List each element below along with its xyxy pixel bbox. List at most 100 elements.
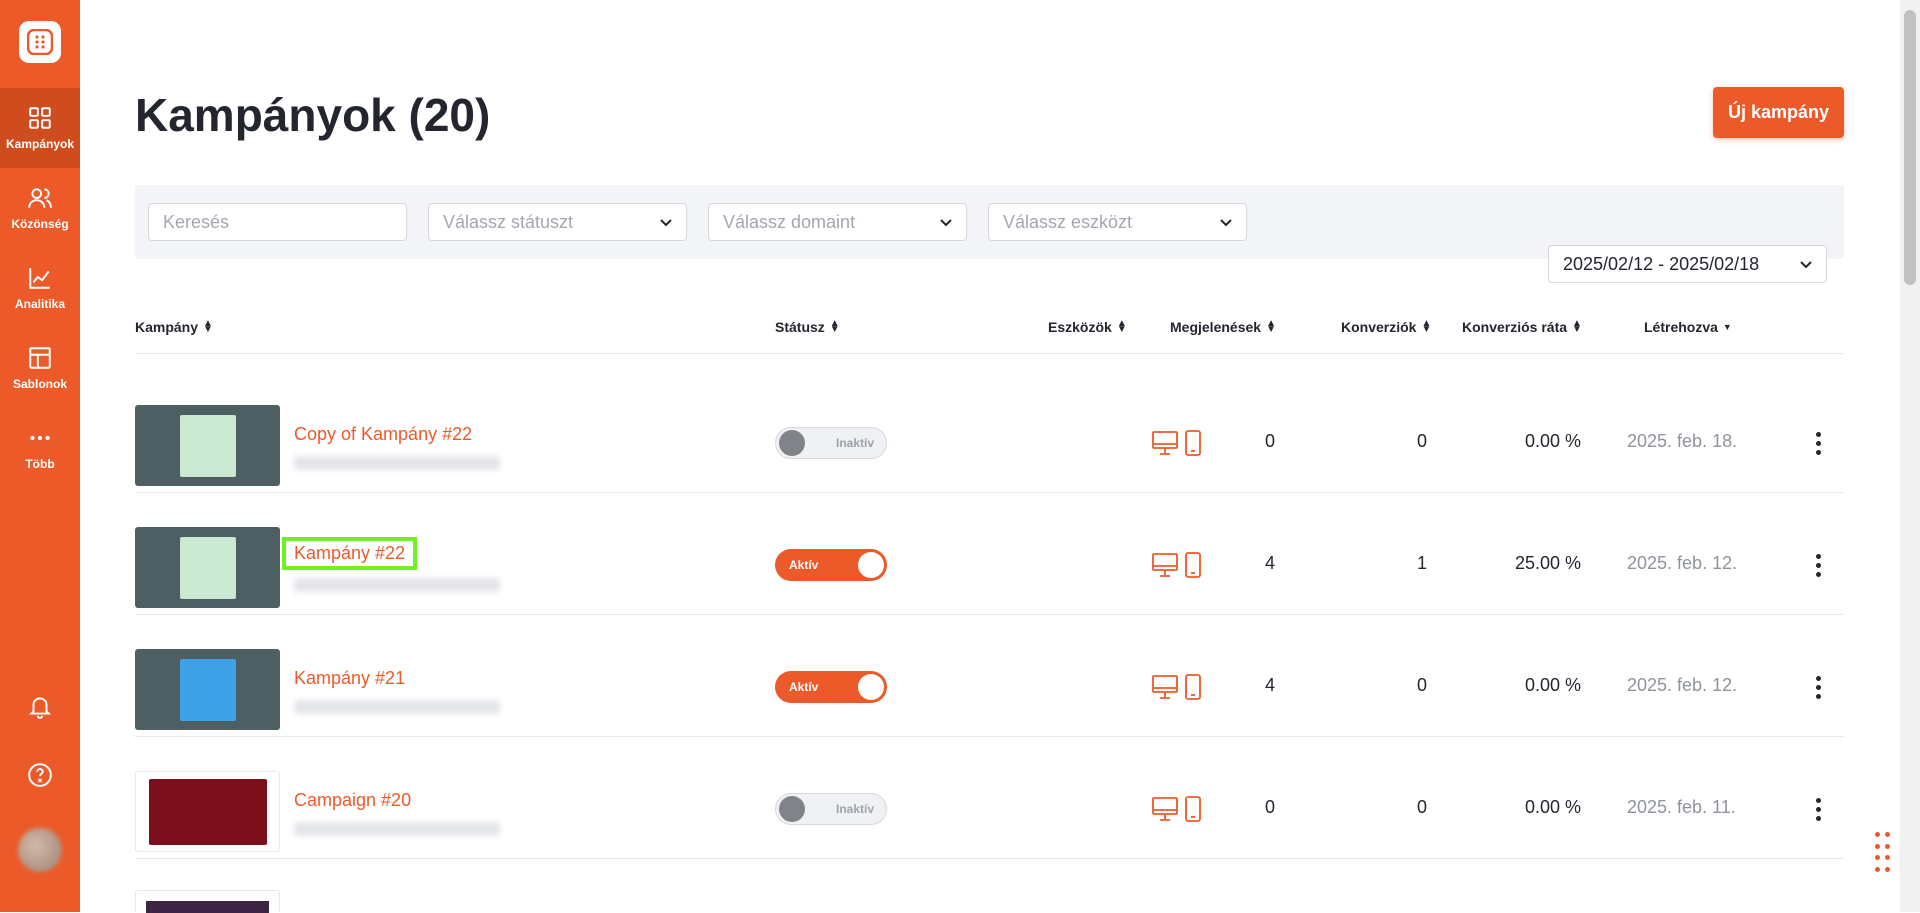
campaign-thumbnail[interactable]: [135, 405, 280, 486]
chart-line-icon: [29, 268, 50, 289]
status-toggle[interactable]: Aktív: [775, 549, 887, 581]
chat-drag-handle[interactable]: [1875, 832, 1891, 874]
campaign-domain-blurred: [294, 700, 500, 714]
campaign-name-link[interactable]: Copy of Kampány #22: [294, 424, 472, 445]
sidebar-item-label: Kampányok: [5, 137, 75, 151]
column-header-devices[interactable]: Eszközök ▲ ▼: [1048, 310, 1127, 344]
status-label: Aktív: [789, 558, 819, 572]
conversion-rate-value: 25.00 %: [1514, 553, 1581, 573]
campaign-name-link[interactable]: Kampány #21: [294, 668, 405, 689]
sort-icon: ▲ ▼: [1116, 318, 1127, 335]
campaign-thumbnail[interactable]: [135, 771, 280, 852]
chevron-down-icon: [660, 219, 672, 227]
date-range-select[interactable]: 2025/02/12 - 2025/02/18: [1548, 245, 1827, 283]
sidebar: Kampányok Közönség Analitika Sablonok Tö…: [0, 0, 80, 912]
row-menu-button[interactable]: [1808, 795, 1828, 823]
help-button[interactable]: [25, 760, 55, 790]
sidebar-item-templates[interactable]: Sablonok: [0, 328, 80, 408]
campaign-domain-blurred: [294, 822, 500, 836]
sidebar-item-label: Analitika: [14, 297, 65, 311]
status-toggle[interactable]: Inaktív: [775, 427, 887, 459]
search-input[interactable]: Keresés: [148, 203, 407, 241]
bell-icon: [28, 697, 52, 719]
conversion-rate-value: 0.00 %: [1524, 431, 1581, 451]
column-label: Státusz: [775, 319, 825, 335]
chevron-down-icon: [940, 219, 952, 227]
conversions-value: 0: [1416, 675, 1427, 695]
column-header-conversion-rate[interactable]: Konverziós ráta ▲ ▼: [1462, 310, 1582, 344]
date-range-value: 2025/02/12 - 2025/02/18: [1563, 253, 1760, 274]
mobile-icon[interactable]: [1184, 673, 1202, 701]
table-row[interactable]: Campaign #20 Inaktív 0 0 0.00 % 2025. fe…: [135, 737, 1844, 859]
toggle-knob: [779, 430, 805, 456]
column-header-impressions[interactable]: Megjelenések ▲ ▼: [1170, 310, 1276, 344]
desktop-icon[interactable]: [1152, 795, 1178, 823]
created-date: 2025. feb. 12.: [1627, 553, 1738, 573]
campaign-domain-blurred: [294, 578, 500, 592]
status-toggle[interactable]: Aktív: [775, 671, 887, 703]
campaign-thumbnail[interactable]: [135, 649, 280, 730]
main-content: Kampányok (20) Új kampány Keresés Válass…: [80, 0, 1920, 913]
device-select-placeholder: Válassz eszközt: [1003, 211, 1133, 232]
sort-desc-icon: ▼: [1722, 322, 1732, 332]
new-campaign-button[interactable]: Új kampány: [1713, 87, 1844, 138]
row-menu-button[interactable]: [1808, 673, 1828, 701]
status-select[interactable]: Válassz státuszt: [428, 203, 687, 241]
campaign-name-link[interactable]: Campaign #20: [294, 790, 411, 811]
more-horizontal-icon: [30, 435, 50, 441]
table-row[interactable]: Kampány #21 Aktív 4 0 0.00 % 2025. feb. …: [135, 615, 1844, 737]
mobile-icon[interactable]: [1184, 551, 1202, 579]
toggle-knob: [779, 796, 805, 822]
impressions-value: 4: [1264, 675, 1275, 695]
logo-icon: [27, 29, 53, 55]
notifications-button[interactable]: [25, 691, 55, 721]
table-row[interactable]: Kampány #22 Aktív 4 1 25.00 % 2025. feb.…: [135, 493, 1844, 615]
app-logo[interactable]: [19, 21, 61, 63]
sidebar-item-more[interactable]: Több: [0, 408, 80, 488]
sort-icon: ▲ ▼: [203, 318, 213, 335]
column-header-campaign[interactable]: Kampány ▲ ▼: [135, 310, 213, 344]
desktop-icon[interactable]: [1152, 673, 1178, 701]
toggle-knob: [858, 552, 884, 578]
sidebar-item-analytics[interactable]: Analitika: [0, 248, 80, 328]
table-row[interactable]: Copy of Kampány #22 Inaktív 0 0 0.00 % 2…: [135, 371, 1844, 493]
scrollbar[interactable]: [1900, 0, 1920, 912]
campaign-name-link[interactable]: Kampány #22: [281, 537, 418, 570]
sidebar-item-label: Több: [25, 457, 55, 471]
column-header-status[interactable]: Státusz ▲ ▼: [775, 310, 840, 344]
sidebar-item-audience[interactable]: Közönség: [0, 168, 80, 248]
sidebar-item-campaigns[interactable]: Kampányok: [0, 88, 80, 168]
status-label: Aktív: [789, 680, 819, 694]
row-menu-button[interactable]: [1808, 429, 1828, 457]
avatar[interactable]: [18, 828, 62, 872]
desktop-icon[interactable]: [1152, 429, 1178, 457]
row-menu-button[interactable]: [1808, 551, 1828, 579]
column-label: Konverziók: [1341, 319, 1417, 335]
impressions-value: 0: [1264, 431, 1275, 451]
desktop-icon[interactable]: [1152, 551, 1178, 579]
layout-icon: [29, 347, 51, 369]
filter-bar: Keresés Válassz státuszt Válassz domaint…: [135, 185, 1844, 283]
impressions-value: 0: [1264, 797, 1275, 817]
device-select[interactable]: Válassz eszközt: [988, 203, 1247, 241]
help-icon: [28, 763, 52, 787]
column-label: Megjelenések: [1170, 319, 1262, 335]
status-label: Inaktív: [835, 436, 874, 450]
grid-icon: [29, 107, 51, 129]
sort-icon: ▲ ▼: [1572, 318, 1582, 335]
status-select-placeholder: Válassz státuszt: [443, 211, 574, 232]
mobile-icon[interactable]: [1184, 795, 1202, 823]
column-header-conversions[interactable]: Konverziók ▲ ▼: [1341, 310, 1431, 344]
status-toggle[interactable]: Inaktív: [775, 793, 887, 825]
campaign-thumbnail[interactable]: [135, 527, 280, 608]
domain-select[interactable]: Válassz domaint: [708, 203, 967, 241]
sort-icon: ▲ ▼: [1421, 318, 1432, 335]
created-date: 2025. feb. 18.: [1627, 431, 1738, 451]
impressions-value: 4: [1264, 553, 1275, 573]
column-label: Kampány: [135, 319, 199, 335]
scrollbar-thumb[interactable]: [1904, 10, 1916, 285]
toggle-knob: [858, 674, 884, 700]
campaign-thumbnail[interactable]: [135, 890, 280, 913]
mobile-icon[interactable]: [1184, 429, 1202, 457]
column-header-created[interactable]: Létrehozva ▼: [1644, 310, 1732, 344]
